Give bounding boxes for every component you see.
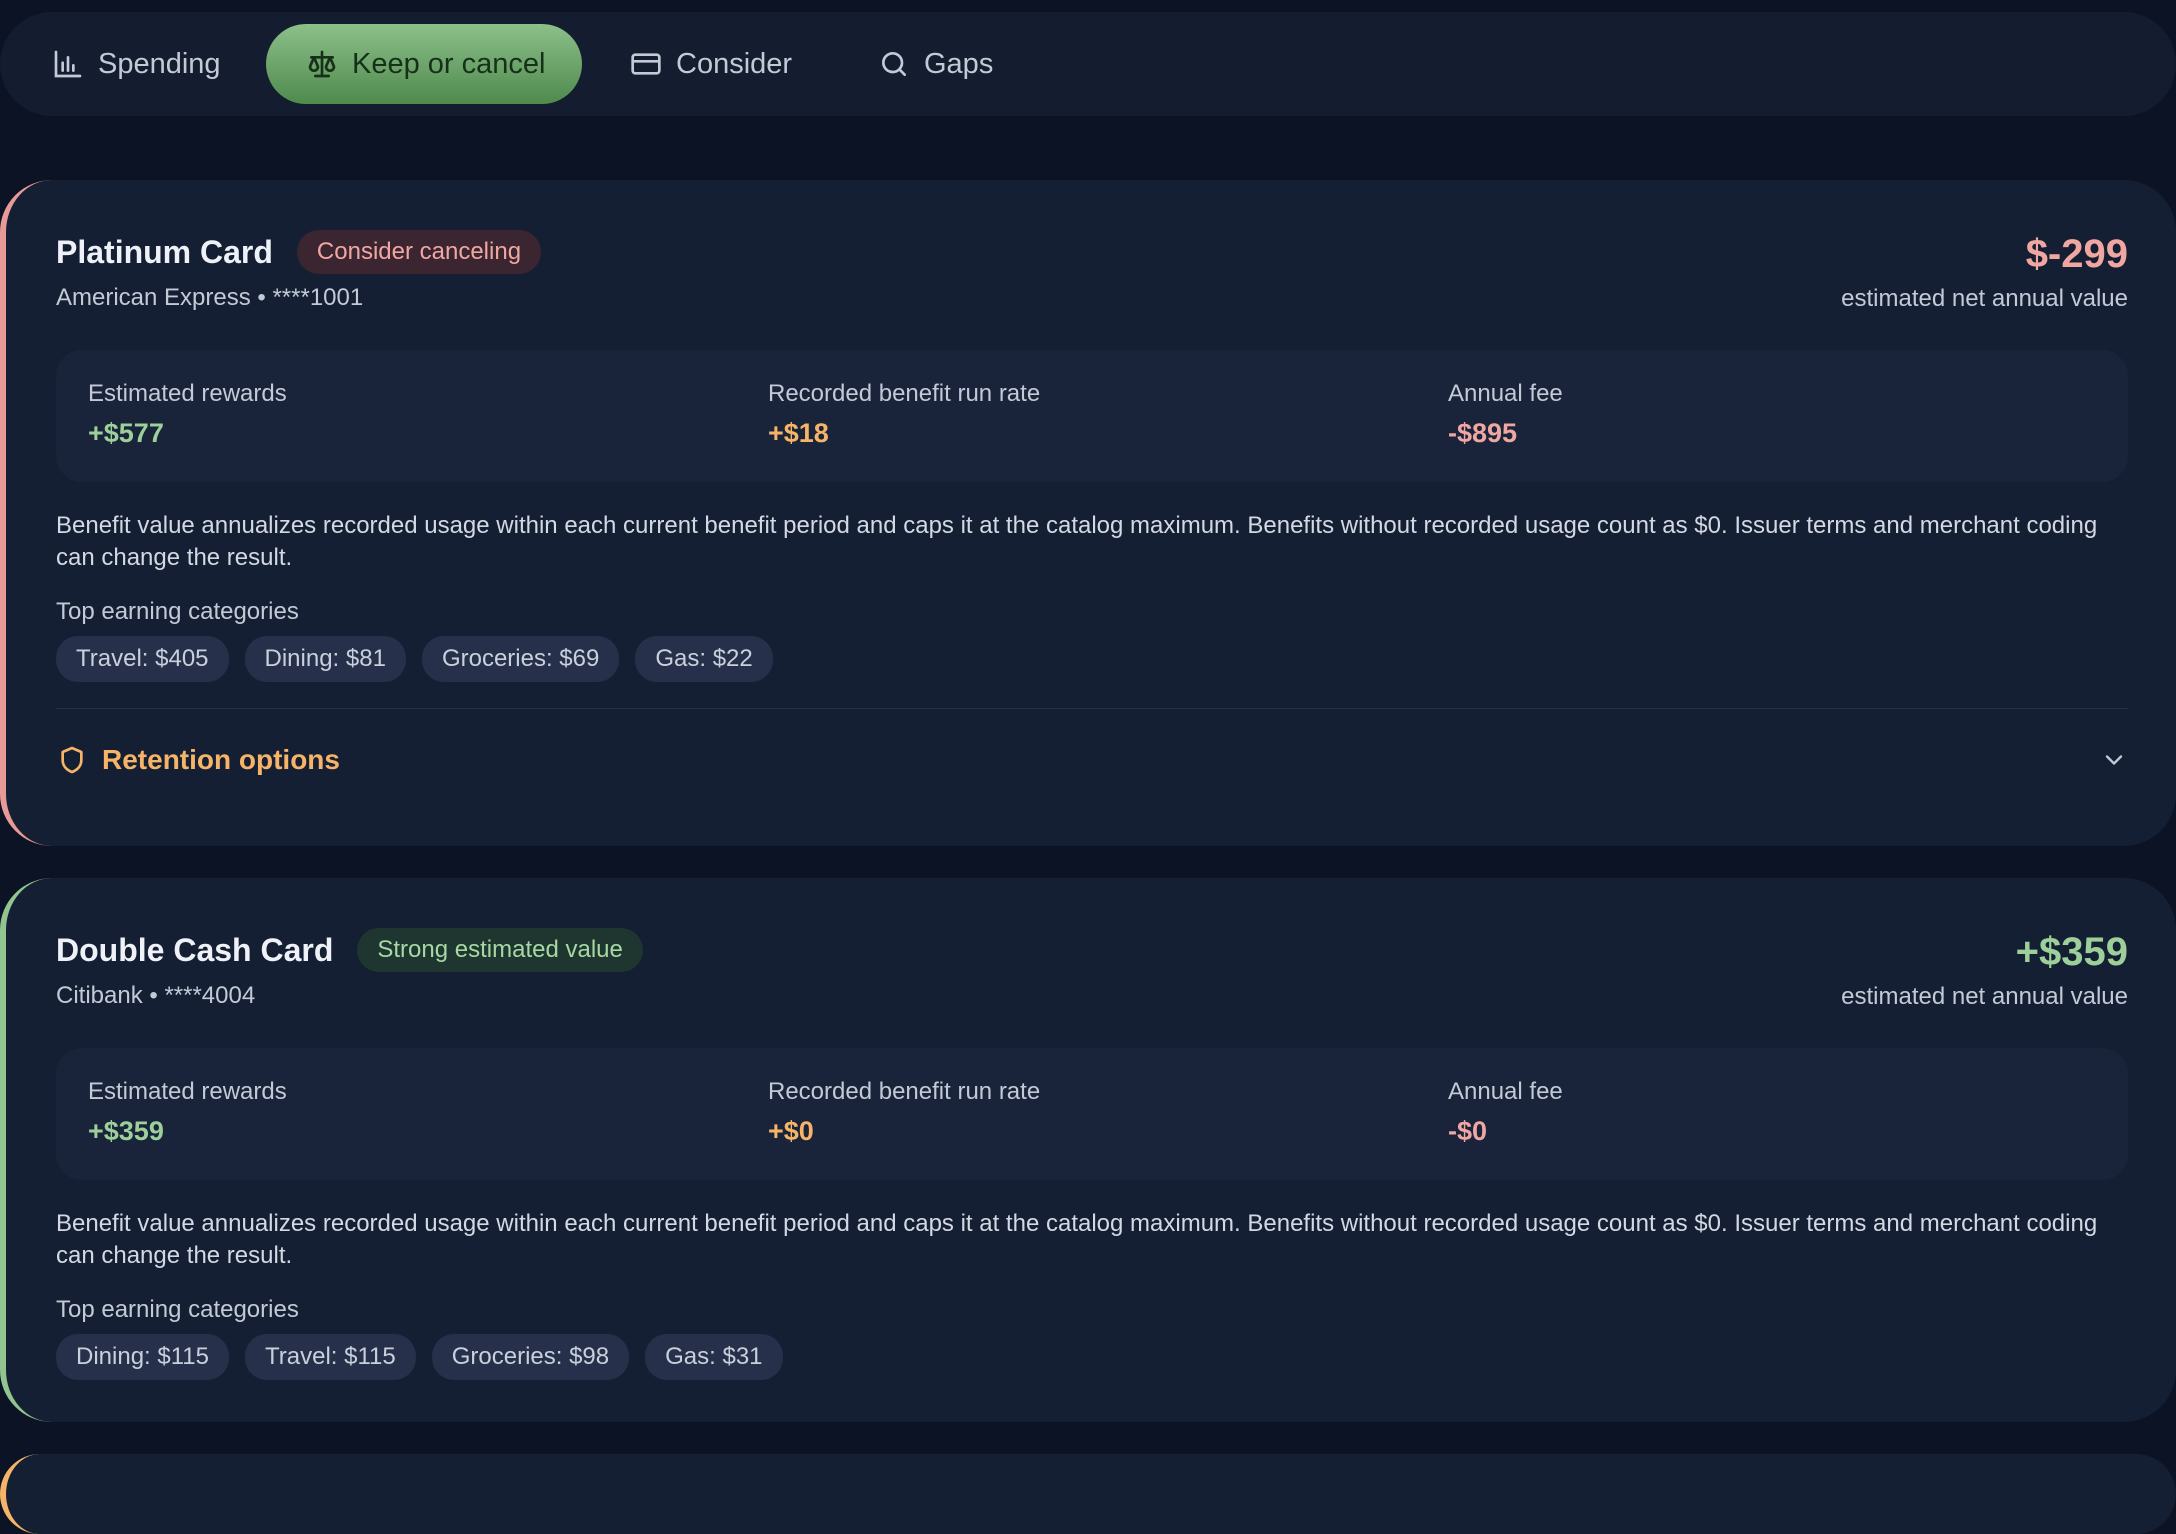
metric-benefit-run-rate: Recorded benefit run rate +$18 bbox=[768, 380, 1040, 449]
category-chip: Dining: $81 bbox=[244, 636, 406, 682]
metric-annual-fee: Annual fee -$0 bbox=[1448, 1078, 1563, 1147]
shield-icon bbox=[61, 746, 83, 774]
card-header: Platinum Card Consider canceling bbox=[56, 230, 542, 274]
card-double-cash: Double Cash Card Strong estimated value … bbox=[0, 878, 2176, 1422]
category-chip: Gas: $22 bbox=[635, 636, 773, 682]
metric-value: +$18 bbox=[768, 418, 829, 448]
methodology-note: Benefit value annualizes recorded usage … bbox=[56, 1210, 2098, 1269]
metric-label: Estimated rewards bbox=[88, 1078, 287, 1105]
tab-label: Consider bbox=[676, 47, 793, 80]
retention-options-label: Retention options bbox=[102, 744, 340, 775]
tab-keep-or-cancel[interactable]: Keep or cancel bbox=[266, 24, 582, 104]
net-value-label: estimated net annual value bbox=[1841, 285, 2128, 312]
net-value-block: $-299 estimated net annual value bbox=[1841, 232, 2128, 313]
category-chip: Travel: $115 bbox=[244, 1334, 416, 1380]
card-subtitle: American Express • ****1001 bbox=[56, 284, 364, 311]
category-chip: Groceries: $98 bbox=[431, 1334, 630, 1380]
metric-label: Recorded benefit run rate bbox=[768, 380, 1041, 407]
scale-icon bbox=[308, 50, 336, 78]
status-stripe bbox=[0, 1454, 52, 1534]
status-badge: Consider canceling bbox=[296, 230, 542, 274]
category-chip: Groceries: $69 bbox=[421, 636, 620, 682]
metric-label: Estimated rewards bbox=[88, 380, 287, 407]
search-icon bbox=[882, 52, 906, 76]
metrics-panel: Estimated rewards +$577 Recorded benefit… bbox=[56, 350, 2128, 482]
tab-bar: Spending Keep or cancel Consider Gaps bbox=[0, 12, 2176, 116]
metrics-panel: Estimated rewards +$359 Recorded benefit… bbox=[56, 1048, 2128, 1180]
card-next-partial bbox=[0, 1454, 2176, 1534]
retention-options-toggle[interactable]: Retention options bbox=[56, 738, 2128, 782]
metric-rewards: Estimated rewards +$359 bbox=[88, 1078, 287, 1147]
net-value: +$359 bbox=[2015, 930, 2128, 974]
category-chips: Dining: $115 Travel: $115 Groceries: $98… bbox=[56, 1334, 783, 1380]
metric-label: Recorded benefit run rate bbox=[768, 1078, 1041, 1105]
metric-benefit-run-rate: Recorded benefit run rate +$0 bbox=[768, 1078, 1040, 1147]
categories-label: Top earning categories bbox=[56, 598, 299, 625]
status-badge: Strong estimated value bbox=[357, 928, 643, 972]
tab-label: Keep or cancel bbox=[352, 47, 546, 80]
net-value: $-299 bbox=[2025, 232, 2128, 276]
card-title: Double Cash Card bbox=[56, 931, 334, 968]
category-chip: Travel: $405 bbox=[56, 636, 229, 682]
card-subtitle: Citibank • ****4004 bbox=[56, 982, 256, 1009]
categories-label: Top earning categories bbox=[56, 1296, 299, 1323]
metric-annual-fee: Annual fee -$895 bbox=[1448, 380, 1563, 449]
metric-value: +$359 bbox=[88, 1116, 164, 1146]
metric-label: Annual fee bbox=[1448, 380, 1563, 407]
category-chip: Dining: $115 bbox=[56, 1334, 229, 1380]
metric-value: -$0 bbox=[1448, 1116, 1488, 1146]
tab-spending[interactable]: Spending bbox=[52, 24, 221, 104]
card-platinum: Platinum Card Consider canceling America… bbox=[0, 180, 2176, 846]
bar-chart-icon bbox=[54, 50, 82, 78]
divider bbox=[56, 708, 2128, 709]
metric-rewards: Estimated rewards +$577 bbox=[88, 380, 287, 449]
net-value-label: estimated net annual value bbox=[1841, 983, 2128, 1010]
metric-value: -$895 bbox=[1448, 418, 1518, 448]
tab-consider[interactable]: Consider bbox=[630, 24, 792, 104]
credit-card-icon bbox=[631, 53, 661, 75]
tab-label: Gaps bbox=[924, 47, 994, 80]
status-stripe bbox=[0, 878, 52, 1422]
card-header: Double Cash Card Strong estimated value bbox=[56, 928, 643, 972]
chevron-down-icon bbox=[2105, 755, 2123, 765]
methodology-note: Benefit value annualizes recorded usage … bbox=[56, 512, 2098, 571]
tab-gaps[interactable]: Gaps bbox=[878, 24, 993, 104]
metric-label: Annual fee bbox=[1448, 1078, 1563, 1105]
net-value-block: +$359 estimated net annual value bbox=[1841, 930, 2128, 1011]
category-chip: Gas: $31 bbox=[645, 1334, 783, 1380]
card-title: Platinum Card bbox=[56, 233, 273, 270]
metric-value: +$0 bbox=[768, 1116, 814, 1146]
metric-value: +$577 bbox=[88, 418, 164, 448]
status-stripe bbox=[0, 180, 52, 846]
tab-label: Spending bbox=[98, 47, 221, 80]
category-chips: Travel: $405 Dining: $81 Groceries: $69 … bbox=[56, 636, 773, 682]
